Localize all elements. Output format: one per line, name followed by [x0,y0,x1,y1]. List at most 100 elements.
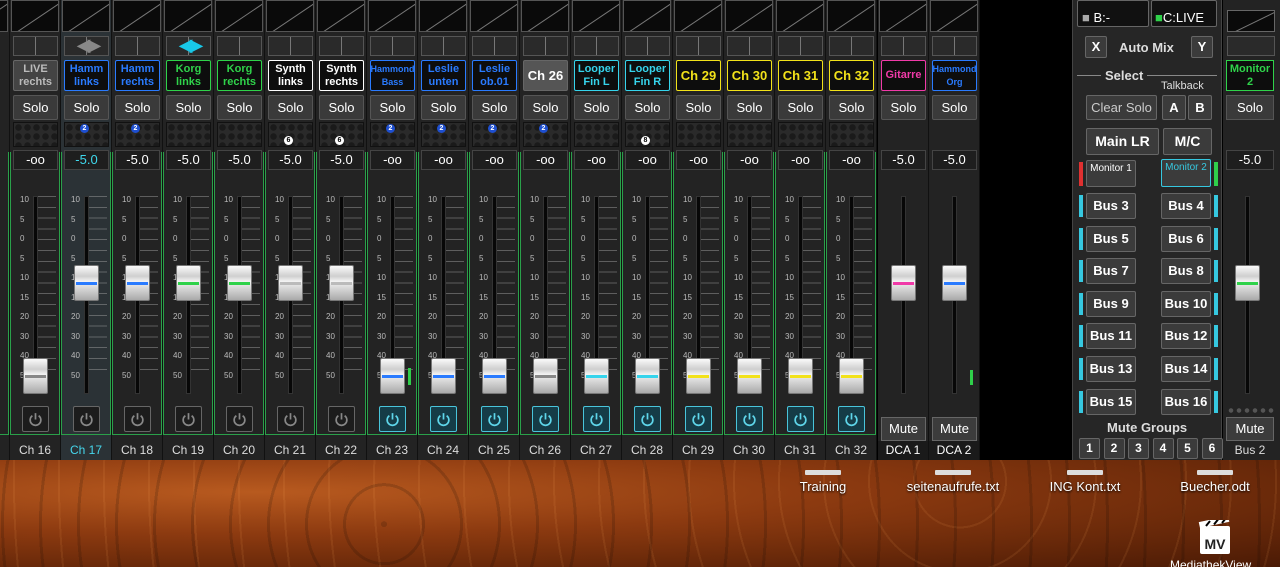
eq-scope[interactable] [827,0,875,32]
channel-name-label[interactable]: Leslie unten [421,60,466,91]
pan-control[interactable] [370,36,415,56]
bus-button[interactable]: Bus 6 [1161,225,1211,252]
solo-button[interactable]: Solo [64,95,109,120]
monitor2-name-label[interactable]: Monitor 2 [1226,60,1274,91]
mute-group-button-5[interactable]: 5 [1177,438,1198,459]
power-icon[interactable] [328,406,355,432]
fader-knob[interactable] [329,265,354,302]
automix-y-button[interactable]: Y [1191,36,1213,58]
fader-knob[interactable] [891,265,916,302]
channel-name-label[interactable]: Korg rechts [217,60,262,91]
fader-knob[interactable] [635,358,660,395]
channel-name-label[interactable]: Ch 30 [727,60,772,91]
power-icon[interactable] [532,406,559,432]
solo-button[interactable]: Solo [115,95,160,120]
fader-knob[interactable] [942,265,967,302]
desktop-icon-4[interactable]: Buecher.odt [1160,470,1270,494]
solo-button[interactable]: Solo [1226,95,1274,120]
eq-scope[interactable] [317,0,365,32]
eq-scope[interactable] [470,0,518,32]
view-b-indicator[interactable]: ■ B:- [1077,0,1149,27]
pan-control[interactable] [676,36,721,56]
bus-button[interactable]: Bus 10 [1161,290,1211,317]
eq-scope[interactable] [521,0,569,32]
bus-button[interactable]: Bus 15 [1086,388,1136,415]
power-icon[interactable] [22,406,49,432]
fader-knob[interactable] [737,358,762,395]
solo-button[interactable]: Solo [166,95,211,120]
mediathekview-icon[interactable]: MV [1198,520,1232,556]
pan-control[interactable] [727,36,772,56]
channel-name-label[interactable]: Hamm rechts [115,60,160,91]
power-icon[interactable] [838,406,865,432]
fader-knob[interactable] [533,358,558,395]
solo-button[interactable]: Solo [421,95,466,120]
power-icon[interactable] [124,406,151,432]
eq-scope[interactable] [572,0,620,32]
automix-x-button[interactable]: X [1085,36,1107,58]
eq-scope[interactable] [623,0,671,32]
eq-scope[interactable] [419,0,467,32]
fader-knob[interactable] [125,265,150,302]
solo-button[interactable]: Solo [523,95,568,120]
power-icon[interactable] [430,406,457,432]
fader-knob[interactable] [482,358,507,395]
solo-button[interactable]: Solo [932,95,977,120]
bus-button[interactable]: Bus 3 [1086,193,1136,219]
pan-control[interactable] [881,36,926,56]
eq-scope[interactable] [113,0,161,32]
main-lr-button[interactable]: Main LR [1086,128,1159,155]
fader-knob[interactable] [74,265,99,302]
power-icon[interactable] [685,406,712,432]
pan-control[interactable] [421,36,466,56]
bus-button[interactable]: Bus 13 [1086,356,1136,382]
pan-control[interactable]: ◀▶ [64,35,109,56]
channel-name-label[interactable]: LIVE rechts [13,60,58,91]
view-c-indicator[interactable]: ■C:LIVE [1151,0,1217,27]
eq-scope[interactable] [674,0,722,32]
monitor1-button[interactable]: Monitor 1 [1086,160,1136,187]
channel-name-label[interactable]: Synth rechts [319,60,364,91]
pan-control[interactable] [319,36,364,56]
eq-scope[interactable] [11,0,59,32]
desktop-icon-3[interactable]: ING Kont.txt [1030,470,1140,494]
mute-group-button-3[interactable]: 3 [1128,438,1149,459]
power-icon[interactable] [481,406,508,432]
fader-knob[interactable] [431,358,456,395]
clear-solo-button[interactable]: Clear Solo [1086,95,1157,120]
bus-button[interactable]: Bus 14 [1161,356,1211,382]
channel-name-label[interactable]: Ch 32 [829,60,874,91]
channel-name-label[interactable]: Synth links [268,60,313,91]
bus-button[interactable]: Bus 5 [1086,225,1136,252]
monitor2-button[interactable]: Monitor 2 [1161,159,1211,187]
power-icon[interactable] [736,406,763,432]
pan-control[interactable] [932,36,977,56]
fader-knob[interactable] [380,358,405,395]
mc-button[interactable]: M/C [1163,128,1212,155]
eq-scope[interactable] [164,0,212,32]
power-icon[interactable] [226,406,253,432]
power-icon[interactable] [379,406,406,432]
eq-scope[interactable] [368,0,416,32]
fader-knob[interactable] [584,358,609,395]
mute-button[interactable]: Mute [1226,417,1274,441]
fader-knob[interactable] [227,265,252,302]
pan-control[interactable] [829,36,874,56]
solo-button[interactable]: Solo [625,95,670,120]
pan-control[interactable] [115,36,160,56]
bus-button[interactable]: Bus 8 [1161,258,1211,285]
solo-button[interactable]: Solo [727,95,772,120]
power-icon[interactable] [175,406,202,432]
channel-name-label[interactable]: Ch 29 [676,60,721,91]
solo-button[interactable]: Solo [13,95,58,120]
channel-name-label[interactable]: Ch 26 [523,60,568,91]
channel-name-label[interactable]: Hammond Bass [370,60,415,91]
channel-name-label[interactable]: Looper Fin L [574,60,619,91]
fader-knob[interactable] [788,358,813,395]
pan-control[interactable] [13,36,58,56]
desktop-icon-2[interactable]: seitenaufrufe.txt [898,470,1008,494]
power-icon[interactable] [787,406,814,432]
pan-control[interactable]: ◀▶ [166,35,211,56]
bus-button[interactable]: Bus 7 [1086,258,1136,285]
mute-button[interactable]: Mute [932,417,977,441]
